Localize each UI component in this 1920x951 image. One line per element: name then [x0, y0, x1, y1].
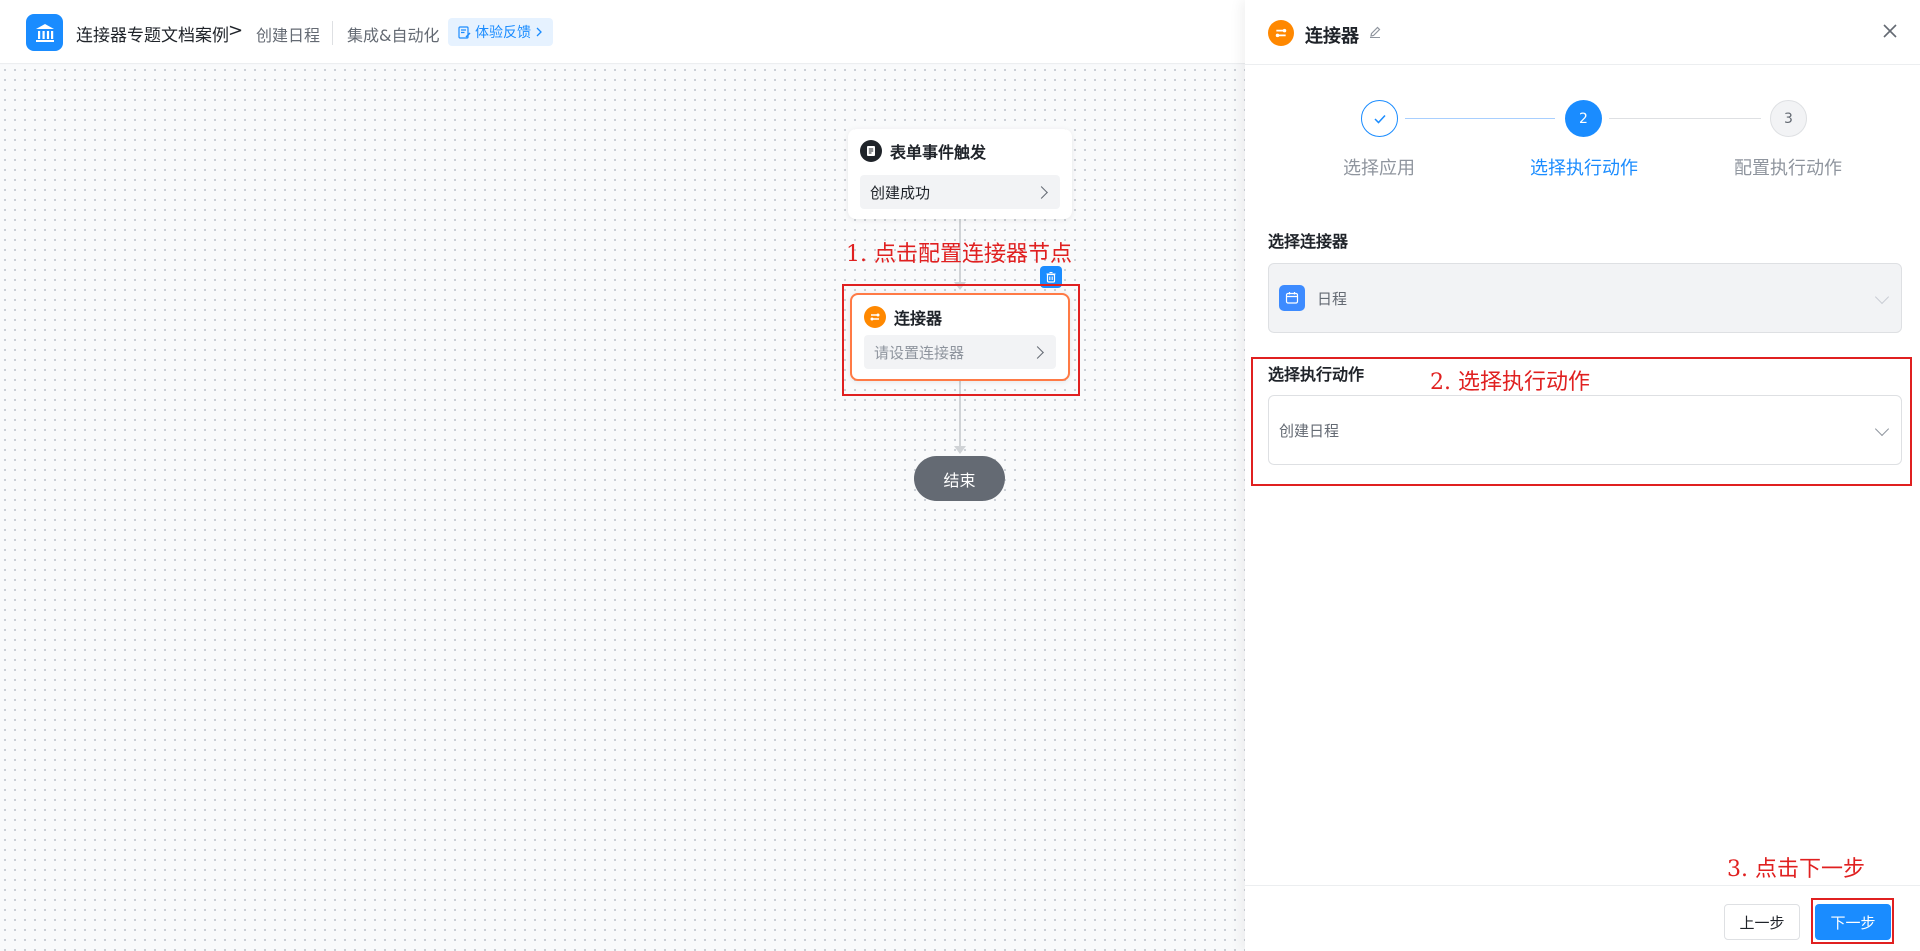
feedback-button[interactable]: 体验反馈	[448, 18, 553, 46]
trash-icon	[1046, 271, 1056, 283]
panel-header: 连接器	[1245, 0, 1920, 65]
annotation-box-next-button	[1811, 898, 1894, 944]
annotation-step1: 1. 点击配置连接器节点	[846, 242, 1072, 267]
end-node-label: 结束	[943, 470, 976, 490]
chevron-down-icon	[1874, 289, 1890, 305]
connector-field-label: 选择连接器	[1268, 232, 1349, 251]
breadcrumb-page[interactable]: 创建日程	[256, 22, 320, 46]
annotation-step3: 3. 点击下一步	[1727, 857, 1865, 882]
step-2-label: 选择执行动作	[1530, 158, 1638, 179]
trigger-node-value: 创建成功	[870, 183, 931, 202]
chevron-right-icon	[536, 27, 542, 37]
app-title[interactable]: 连接器专题文档案例	[76, 21, 229, 46]
end-node[interactable]: 结束	[914, 456, 1005, 501]
close-icon[interactable]	[1881, 22, 1899, 40]
document-icon	[860, 140, 882, 162]
prev-step-button[interactable]: 上一步	[1724, 904, 1800, 940]
checkmark-icon	[1373, 114, 1386, 124]
breadcrumb-separator: >	[228, 20, 244, 41]
step-line	[1609, 118, 1761, 119]
connector-icon	[1268, 20, 1294, 46]
divider	[332, 21, 333, 45]
panel-title: 连接器	[1305, 26, 1359, 47]
step-1-label: 选择应用	[1343, 158, 1415, 179]
trigger-node-title: 表单事件触发	[890, 143, 987, 162]
connector-select-value: 日程	[1317, 289, 1348, 308]
stepper: 2 3 选择应用 选择执行动作 配置执行动作	[1245, 100, 1920, 180]
connector-select: 日程	[1268, 263, 1902, 333]
trigger-node[interactable]: 表单事件触发 创建成功	[848, 129, 1072, 219]
schedule-icon	[1279, 285, 1305, 311]
chevron-right-icon	[1035, 185, 1048, 199]
feedback-icon	[458, 25, 471, 39]
flow-arrow	[954, 446, 966, 454]
app-logo-icon[interactable]	[26, 14, 63, 51]
step-3-circle: 3	[1770, 100, 1807, 137]
annotation-box-connector-node	[842, 284, 1080, 396]
breadcrumb-module[interactable]: 集成&自动化	[347, 22, 439, 46]
step-line	[1405, 118, 1555, 119]
step-3-label: 配置执行动作	[1734, 158, 1842, 179]
annotation-step2: 2. 选择执行动作	[1430, 370, 1590, 395]
step-2-circle: 2	[1565, 100, 1602, 137]
feedback-label: 体验反馈	[475, 25, 531, 41]
step-1-circle	[1361, 100, 1398, 137]
trigger-node-setting[interactable]: 创建成功	[860, 175, 1060, 209]
edit-icon[interactable]	[1368, 25, 1382, 39]
